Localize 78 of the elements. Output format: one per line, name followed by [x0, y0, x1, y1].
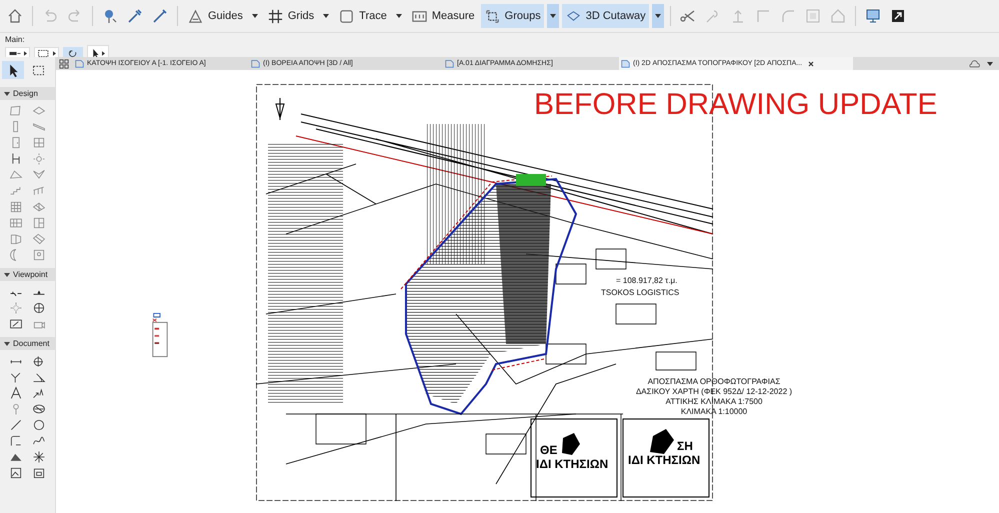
ink-blot — [650, 429, 674, 454]
square-icon — [338, 8, 356, 24]
arrow-tool-icon[interactable] — [2, 61, 24, 79]
toolbar-button[interactable]: Guides — [184, 4, 246, 28]
radial-dimension-tool-icon[interactable] — [8, 370, 23, 384]
detail-tool-icon[interactable] — [32, 301, 46, 315]
legend-caption: ΙΔΙ ΚΤΗΣΙΩΝ — [628, 453, 700, 467]
corner-window-tool-icon[interactable] — [8, 232, 23, 246]
arrow-pointer-icon — [91, 48, 100, 57]
caret-icon — [323, 14, 330, 18]
dashed-rectangle-icon — [37, 48, 51, 57]
close-icon[interactable] — [808, 60, 814, 66]
area-note: = 108.917,82 τ.μ. — [616, 276, 678, 285]
site-label: TSOKOS LOGISTICS — [601, 288, 680, 297]
caret-icon — [252, 14, 258, 18]
toolbar-button[interactable]: Groups — [480, 4, 544, 28]
window-tool-icon[interactable] — [32, 136, 46, 150]
section-title: Document — [13, 339, 50, 348]
caret-icon — [53, 50, 56, 56]
mesh-tool-icon[interactable] — [32, 200, 46, 214]
title-block-text: ΑΤΤΙΚΗΣ ΚΛΙΜΑΚΑ 1:7500 — [666, 397, 762, 406]
dropdown-button[interactable] — [546, 4, 559, 28]
arc-tool-icon[interactable] — [32, 418, 46, 432]
wall-tool-icon[interactable] — [8, 104, 23, 118]
toolbox-section-header[interactable]: Design — [0, 87, 55, 100]
legend-caption: ΙΔΙ ΚΤΗΣΙΩΝ — [536, 457, 608, 471]
view-icon — [251, 59, 260, 68]
pointer-button[interactable] — [87, 45, 109, 57]
toolbar-button[interactable]: Measure — [408, 4, 478, 28]
caret-icon — [24, 50, 27, 56]
view-icon — [75, 59, 84, 68]
lamp-tool-icon[interactable] — [32, 152, 46, 166]
title-block-text: ΑΠΟΣΠΑΣΜΑ ΟΡΘΟΦΩΤΟΓΡΑΦΙΑΣ — [648, 377, 780, 386]
text-tool-icon[interactable] — [8, 386, 23, 400]
overlay-text: BEFORE DRAWING UPDATE — [534, 88, 938, 121]
view-icon — [621, 59, 630, 68]
ink-blot — [562, 433, 580, 455]
north-arrow-icon — [276, 98, 284, 120]
curtain-wall-tool-icon[interactable] — [8, 200, 23, 214]
caret-icon — [550, 14, 556, 18]
legend-caption: ΘΕ — [540, 443, 558, 457]
line-tool-icon[interactable] — [8, 418, 23, 432]
grid-icon — [266, 8, 284, 24]
object-tool-icon[interactable] — [32, 248, 46, 262]
toolbar-button[interactable]: Grids — [264, 4, 318, 28]
figure-tool-icon[interactable] — [8, 466, 23, 480]
geometry-method-button[interactable] — [5, 46, 30, 57]
navigator-palette-icon[interactable] — [151, 310, 169, 360]
legend-caption: ΣΗ — [677, 439, 693, 453]
group-icon — [484, 8, 501, 24]
toolbox-section-header[interactable]: Document — [0, 337, 55, 350]
worksheet-tool-icon[interactable] — [8, 317, 23, 331]
caret-icon — [987, 62, 993, 66]
toolbar-button[interactable]: Trace — [335, 4, 390, 28]
hotspot-tool-icon[interactable] — [32, 450, 46, 464]
dropdown-button[interactable] — [652, 4, 664, 28]
drawing-tool-icon[interactable] — [32, 466, 46, 480]
toolbox-section-header[interactable]: Viewpoint — [0, 268, 55, 281]
polyline-tool-icon[interactable] — [8, 434, 23, 448]
title-block-text: ΚΛΙΜΑΚΑ 1:10000 — [680, 407, 748, 416]
railing-tool-icon[interactable] — [32, 184, 46, 198]
info-box-label: Main: — [5, 35, 26, 44]
caret-icon — [396, 14, 402, 18]
section-title: Viewpoint — [13, 270, 48, 279]
caret-icon — [654, 14, 661, 18]
cloud-dropdown[interactable] — [968, 58, 993, 68]
ruler-triangle-icon — [187, 8, 204, 24]
toolbar-button[interactable]: 3D Cutaway — [562, 4, 649, 28]
rotate-button[interactable] — [63, 46, 83, 57]
caret-icon — [102, 50, 105, 56]
skylight-tool-icon[interactable] — [8, 216, 23, 230]
view-icon — [445, 59, 454, 68]
selection-method-button[interactable] — [34, 46, 59, 57]
fill-tool-icon[interactable] — [32, 402, 46, 416]
section-title: Design — [13, 89, 38, 98]
tab-overview-icon[interactable] — [59, 58, 69, 68]
morph-tool-icon[interactable] — [32, 232, 46, 246]
opening-tool-icon[interactable] — [32, 216, 46, 230]
